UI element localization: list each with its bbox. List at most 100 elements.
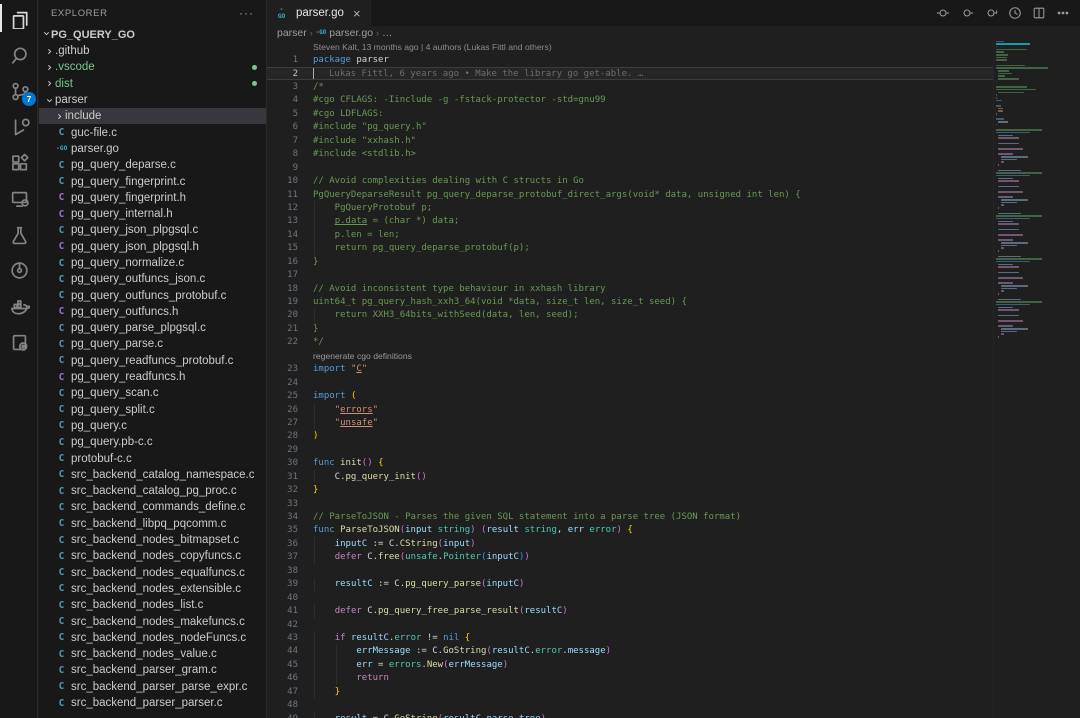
code-line[interactable]: 21}: [267, 322, 1080, 335]
code-line[interactable]: 35func ParseToJSON(input string) (result…: [267, 524, 1080, 537]
tree-file-pg_query_fingerprint.c[interactable]: Cpg_query_fingerprint.c: [39, 173, 266, 189]
tree-file-src_backend_libpq_pqcomm.c[interactable]: Csrc_backend_libpq_pqcomm.c: [39, 516, 266, 532]
code-line[interactable]: 5#cgo LDFLAGS:: [267, 107, 1080, 120]
tree-file-src_backend_nodes_value.c[interactable]: Csrc_backend_nodes_value.c: [39, 646, 266, 662]
search-icon[interactable]: [0, 36, 38, 72]
tree-folder-.github[interactable]: .github: [39, 43, 266, 59]
tree-file-pg_query_readfuncs.h[interactable]: Cpg_query_readfuncs.h: [39, 369, 266, 385]
code-line[interactable]: 49 result = C.GoString(resultC.parse_tre…: [267, 712, 1080, 718]
code-line[interactable]: 26 "errors": [267, 403, 1080, 416]
code-line[interactable]: 30func init() {: [267, 457, 1080, 470]
code-line[interactable]: 17: [267, 268, 1080, 281]
code-line[interactable]: 27 "unsafe": [267, 416, 1080, 429]
code-line[interactable]: 28): [267, 430, 1080, 443]
code-line[interactable]: 6#include "pg_query.h": [267, 121, 1080, 134]
code-line[interactable]: 15 return pg_query_deparse_protobuf(p);: [267, 242, 1080, 255]
testing-icon[interactable]: [0, 216, 38, 252]
gitlens-icon[interactable]: [0, 252, 38, 288]
tree-file-src_backend_nodes_list.c[interactable]: Csrc_backend_nodes_list.c: [39, 597, 266, 613]
code-line[interactable]: 36 inputC := C.CString(input): [267, 537, 1080, 550]
tree-file-src_backend_catalog_namespace.c[interactable]: Csrc_backend_catalog_namespace.c: [39, 467, 266, 483]
tree-file-src_backend_nodes_nodeFuncs.c[interactable]: Csrc_backend_nodes_nodeFuncs.c: [39, 630, 266, 646]
code-line[interactable]: 19uint64_t pg_query_hash_xxh3_64(void *d…: [267, 295, 1080, 308]
tree-file-pg_query_fingerprint.h[interactable]: Cpg_query_fingerprint.h: [39, 190, 266, 206]
code-line[interactable]: 16}: [267, 255, 1080, 268]
tree-file-pg_query_json_plpgsql.h[interactable]: Cpg_query_json_plpgsql.h: [39, 239, 266, 255]
code-line[interactable]: 7#include "xxhash.h": [267, 134, 1080, 147]
code-line[interactable]: 38: [267, 564, 1080, 577]
tree-file-src_backend_parser_gram.c[interactable]: Csrc_backend_parser_gram.c: [39, 662, 266, 678]
breadcrumb-symbol[interactable]: …: [382, 27, 393, 39]
code-line[interactable]: 46 return: [267, 672, 1080, 685]
breadcrumb-file[interactable]: parser.go: [329, 27, 373, 39]
code-editor[interactable]: Steven Kalt, 13 months ago | 4 authors (…: [267, 40, 1080, 718]
code-line[interactable]: 41 defer C.pg_query_free_parse_result(re…: [267, 604, 1080, 617]
source-control-icon[interactable]: 7: [0, 72, 38, 108]
code-line[interactable]: 8#include <stdlib.h>: [267, 148, 1080, 161]
code-line[interactable]: 2Lukas Fittl, 6 years ago • Make the lib…: [267, 67, 993, 80]
code-line[interactable]: 47 }: [267, 685, 1080, 698]
tree-file-src_backend_nodes_copyfuncs.c[interactable]: Csrc_backend_nodes_copyfuncs.c: [39, 548, 266, 564]
code-line[interactable]: 44 errMessage := C.GoString(resultC.erro…: [267, 645, 1080, 658]
code-line[interactable]: 33: [267, 497, 1080, 510]
split-editor-icon[interactable]: [1032, 6, 1046, 20]
more-actions-icon[interactable]: [1056, 6, 1070, 20]
code-line[interactable]: 29: [267, 443, 1080, 456]
tree-file-pg_query_parse.c[interactable]: Cpg_query_parse.c: [39, 336, 266, 352]
tree-file-src_backend_catalog_pg_proc.c[interactable]: Csrc_backend_catalog_pg_proc.c: [39, 483, 266, 499]
code-line[interactable]: 32}: [267, 483, 1080, 496]
tree-file-pg_query_internal.h[interactable]: Cpg_query_internal.h: [39, 206, 266, 222]
tree-file-pg_query_outfuncs_json.c[interactable]: Cpg_query_outfuncs_json.c: [39, 271, 266, 287]
gitlens-commit-icon[interactable]: [960, 6, 974, 20]
tree-folder-parser[interactable]: parser: [39, 92, 266, 108]
minimap[interactable]: [993, 40, 1080, 718]
tree-file-pg_query.c[interactable]: Cpg_query.c: [39, 418, 266, 434]
codelens-action[interactable]: regenerate cgo definitions: [267, 349, 1080, 362]
tree-file-pg_query_outfuncs.h[interactable]: Cpg_query_outfuncs.h: [39, 304, 266, 320]
tree-file-src_backend_nodes_extensible.c[interactable]: Csrc_backend_nodes_extensible.c: [39, 581, 266, 597]
code-line[interactable]: 12 PgQueryProtobuf p;: [267, 201, 1080, 214]
tree-file-pg_query_deparse.c[interactable]: Cpg_query_deparse.c: [39, 157, 266, 173]
code-line[interactable]: 13 p.data = (char *) data;: [267, 215, 1080, 228]
code-line[interactable]: 9: [267, 161, 1080, 174]
run-debug-icon[interactable]: [0, 108, 38, 144]
tree-file-src_backend_nodes_bitmapset.c[interactable]: Csrc_backend_nodes_bitmapset.c: [39, 532, 266, 548]
code-line[interactable]: 14 p.len = len;: [267, 228, 1080, 241]
tree-file-guc-file.c[interactable]: Cguc-file.c: [39, 124, 266, 140]
gitlens-graph-icon[interactable]: [984, 6, 998, 20]
tree-file-src_backend_nodes_makefuncs.c[interactable]: Csrc_backend_nodes_makefuncs.c: [39, 613, 266, 629]
code-line[interactable]: 45 err = errors.New(errMessage): [267, 658, 1080, 671]
tree-folder-.vscode[interactable]: .vscode: [39, 59, 266, 75]
tree-file-protobuf-c.c[interactable]: Cprotobuf-c.c: [39, 450, 266, 466]
docker-icon[interactable]: [0, 288, 38, 324]
extensions-icon[interactable]: [0, 144, 38, 180]
tree-file-src_backend_parser_parser.c[interactable]: Csrc_backend_parser_parser.c: [39, 695, 266, 711]
file-history-icon[interactable]: [1008, 6, 1022, 20]
explorer-icon[interactable]: [0, 0, 38, 36]
tree-file-pg_query_normalize.c[interactable]: Cpg_query_normalize.c: [39, 255, 266, 271]
code-line[interactable]: 20 return XXH3_64bits_withSeed(data, len…: [267, 309, 1080, 322]
tree-file-pg_query_readfuncs_protobuf.c[interactable]: Cpg_query_readfuncs_protobuf.c: [39, 353, 266, 369]
code-line[interactable]: 42: [267, 618, 1080, 631]
tree-file-pg_query_json_plpgsql.c[interactable]: Cpg_query_json_plpgsql.c: [39, 222, 266, 238]
breadcrumb-folder[interactable]: parser: [277, 27, 307, 39]
code-line[interactable]: 11PgQueryDeparseResult pg_query_deparse_…: [267, 188, 1080, 201]
gitlens-annotations-icon[interactable]: [936, 6, 950, 20]
tab-parser-go[interactable]: -GO parser.go ×: [267, 0, 371, 26]
tree-file-src_backend_parser_parse_expr.c[interactable]: Csrc_backend_parser_parse_expr.c: [39, 679, 266, 695]
code-line[interactable]: 34// ParseToJSON - Parses the given SQL …: [267, 510, 1080, 523]
tree-file-src_backend_commands_define.c[interactable]: Csrc_backend_commands_define.c: [39, 499, 266, 515]
code-line[interactable]: 1package parser: [267, 53, 1080, 66]
code-line[interactable]: 25import (: [267, 389, 1080, 402]
code-line[interactable]: 39 resultC := C.pg_query_parse(inputC): [267, 578, 1080, 591]
code-line[interactable]: 40: [267, 591, 1080, 604]
workspace-root-folder[interactable]: PG_QUERY_GO: [39, 26, 266, 43]
code-line[interactable]: 22*/: [267, 336, 1080, 349]
tree-file-src_backend_nodes_equalfuncs.c[interactable]: Csrc_backend_nodes_equalfuncs.c: [39, 565, 266, 581]
tree-file-pg_query_scan.c[interactable]: Cpg_query_scan.c: [39, 385, 266, 401]
tree-file-pg_query.pb-c.c[interactable]: Cpg_query.pb-c.c: [39, 434, 266, 450]
tree-folder-dist[interactable]: dist: [39, 76, 266, 92]
code-line[interactable]: 3/*: [267, 80, 1080, 93]
tree-file-parser.go[interactable]: -GOparser.go: [39, 141, 266, 157]
code-line[interactable]: 4#cgo CFLAGS: -Iinclude -g -fstack-prote…: [267, 94, 1080, 107]
